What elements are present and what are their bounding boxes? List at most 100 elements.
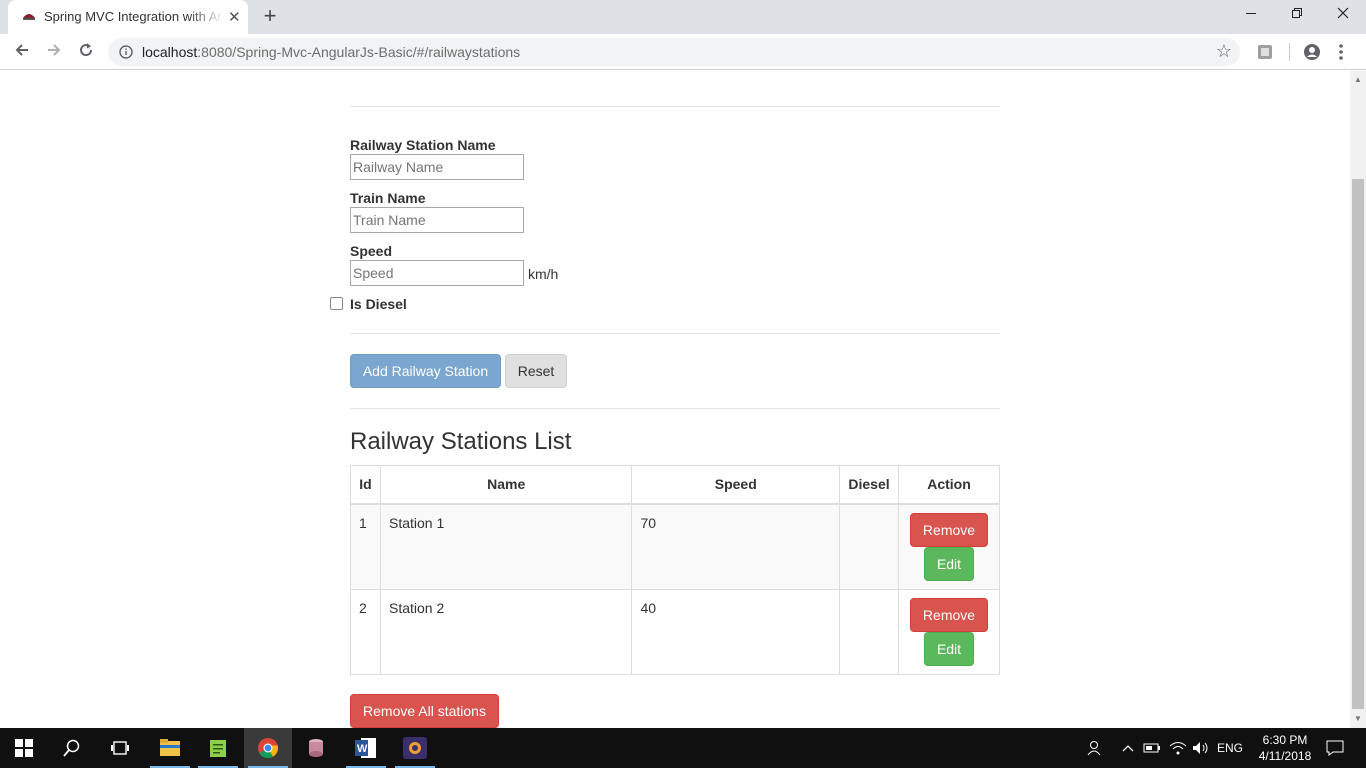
cell-name: Station 1 [379,503,633,590]
task-view-icon [111,741,129,755]
url-path: :8080/Spring-Mvc-AngularJs-Basic/#/railw… [197,44,521,60]
scroll-down-icon[interactable]: ▼ [1354,714,1362,723]
tab-close-icon[interactable]: ✕ [228,8,241,26]
database-icon [309,739,323,757]
taskbar-word[interactable]: W [342,728,390,768]
bookmark-star-icon[interactable]: ☆ [1216,41,1232,62]
action-center-icon[interactable] [1320,728,1350,768]
divider-top [350,106,1000,107]
cell-action: Remove Edit [898,503,1000,590]
language-indicator[interactable]: ENG [1214,728,1246,768]
table-row: 1 Station 1 70 Remove Edit [350,503,1000,590]
edit-button[interactable]: Edit [924,546,974,581]
page-scrollbar[interactable]: ▲ ▼ [1350,71,1366,728]
cell-speed: 70 [631,503,841,590]
back-button[interactable] [9,40,35,64]
menu-kebab-icon[interactable] [1338,43,1344,61]
minimize-icon [1246,13,1256,14]
browser-tab[interactable]: Spring MVC Integration with AngularJs ✕ [8,0,248,34]
volume-icon[interactable] [1190,728,1212,768]
profile-icon[interactable] [1303,43,1321,61]
tab-strip: Spring MVC Integration with AngularJs ✕ … [0,0,1366,34]
info-icon[interactable] [119,45,133,59]
restore-button[interactable] [1274,0,1320,32]
clock-date: 4/11/2018 [1258,749,1312,763]
diesel-label: Is Diesel [350,296,407,312]
list-heading: Railway Stations List [350,428,572,455]
cell-diesel [839,588,899,675]
taskbar-chrome[interactable] [244,728,292,768]
cell-id: 2 [350,588,381,675]
clock[interactable]: 6:30 PM 4/11/2018 [1254,728,1316,768]
people-icon[interactable] [1082,728,1106,768]
diesel-checkbox[interactable] [330,297,343,310]
column-header: Name [379,465,633,505]
remove-all-button[interactable]: Remove All stations [350,694,499,728]
scroll-up-icon[interactable]: ▲ [1354,75,1362,84]
tab-title-fade [188,4,224,30]
taskbar-database-app[interactable] [292,728,340,768]
notepad-icon [210,740,226,757]
column-header: Diesel [839,465,899,505]
close-icon [1337,7,1349,19]
remove-button[interactable]: Remove [910,512,988,547]
reload-icon [80,43,93,57]
url-host: localhost [142,44,198,60]
remove-button[interactable]: Remove [910,597,988,632]
site-favicon-icon [23,14,35,20]
cell-speed: 40 [631,588,841,675]
clock-time: 6:30 PM [1262,733,1308,747]
stations-table: Id Name Speed Diesel Action 1 Station 1 … [350,465,1000,675]
start-button[interactable] [0,728,48,768]
cell-action: Remove Edit [898,588,1000,675]
word-icon: W [355,738,376,758]
table-row: 2 Station 2 40 Remove Edit [350,588,1000,675]
edit-button[interactable]: Edit [924,631,974,666]
address-bar[interactable]: localhost:8080/Spring-Mvc-AngularJs-Basi… [108,38,1240,66]
station-name-input[interactable] [350,154,524,180]
battery-icon[interactable] [1142,728,1162,768]
toolbar-divider [1289,43,1290,61]
taskbar-eclipse[interactable] [391,728,439,768]
windows-logo-icon [15,739,33,757]
restore-icon [1292,8,1302,18]
taskbar-file-explorer[interactable] [146,728,194,768]
svg-text:W: W [357,743,368,755]
speed-unit: km/h [528,266,559,282]
windows-taskbar: W ENG 6:30 PM 4/11/2018 [0,728,1366,768]
column-header: Id [350,465,381,505]
reset-button[interactable]: Reset [505,354,567,388]
divider-list [350,408,1000,409]
speed-input[interactable] [350,260,524,286]
task-view-button[interactable] [96,728,144,768]
table-header-row: Id Name Speed Diesel Action [350,465,1000,505]
cell-id: 1 [350,503,381,590]
taskbar-notepad[interactable] [194,728,242,768]
wifi-icon[interactable] [1168,728,1188,768]
scrollbar-thumb[interactable] [1352,179,1364,709]
speed-label: Speed [350,243,393,259]
back-arrow-icon [15,44,28,56]
new-tab-button[interactable]: + [259,3,281,29]
column-header: Speed [631,465,841,505]
chrome-icon [258,738,279,759]
cell-diesel [839,503,899,590]
cell-name: Station 2 [379,588,633,675]
url-text[interactable]: localhost:8080/Spring-Mvc-AngularJs-Basi… [142,44,520,60]
train-name-input[interactable] [350,207,524,233]
search-icon [63,739,80,757]
ide-icon [403,737,427,759]
forward-arrow-icon [48,44,61,56]
train-name-label: Train Name [350,190,426,206]
reload-button[interactable] [73,40,99,64]
extension-icon[interactable] [1257,44,1273,60]
minimize-button[interactable] [1228,0,1274,32]
forward-button[interactable] [41,40,67,64]
folder-icon [160,739,180,756]
add-station-button[interactable]: Add Railway Station [350,354,501,388]
show-hidden-icons-icon[interactable] [1118,728,1138,768]
search-button[interactable] [48,728,96,768]
column-header: Action [898,465,1000,505]
close-window-button[interactable] [1320,0,1366,32]
browser-toolbar: localhost:8080/Spring-Mvc-AngularJs-Basi… [0,34,1366,70]
